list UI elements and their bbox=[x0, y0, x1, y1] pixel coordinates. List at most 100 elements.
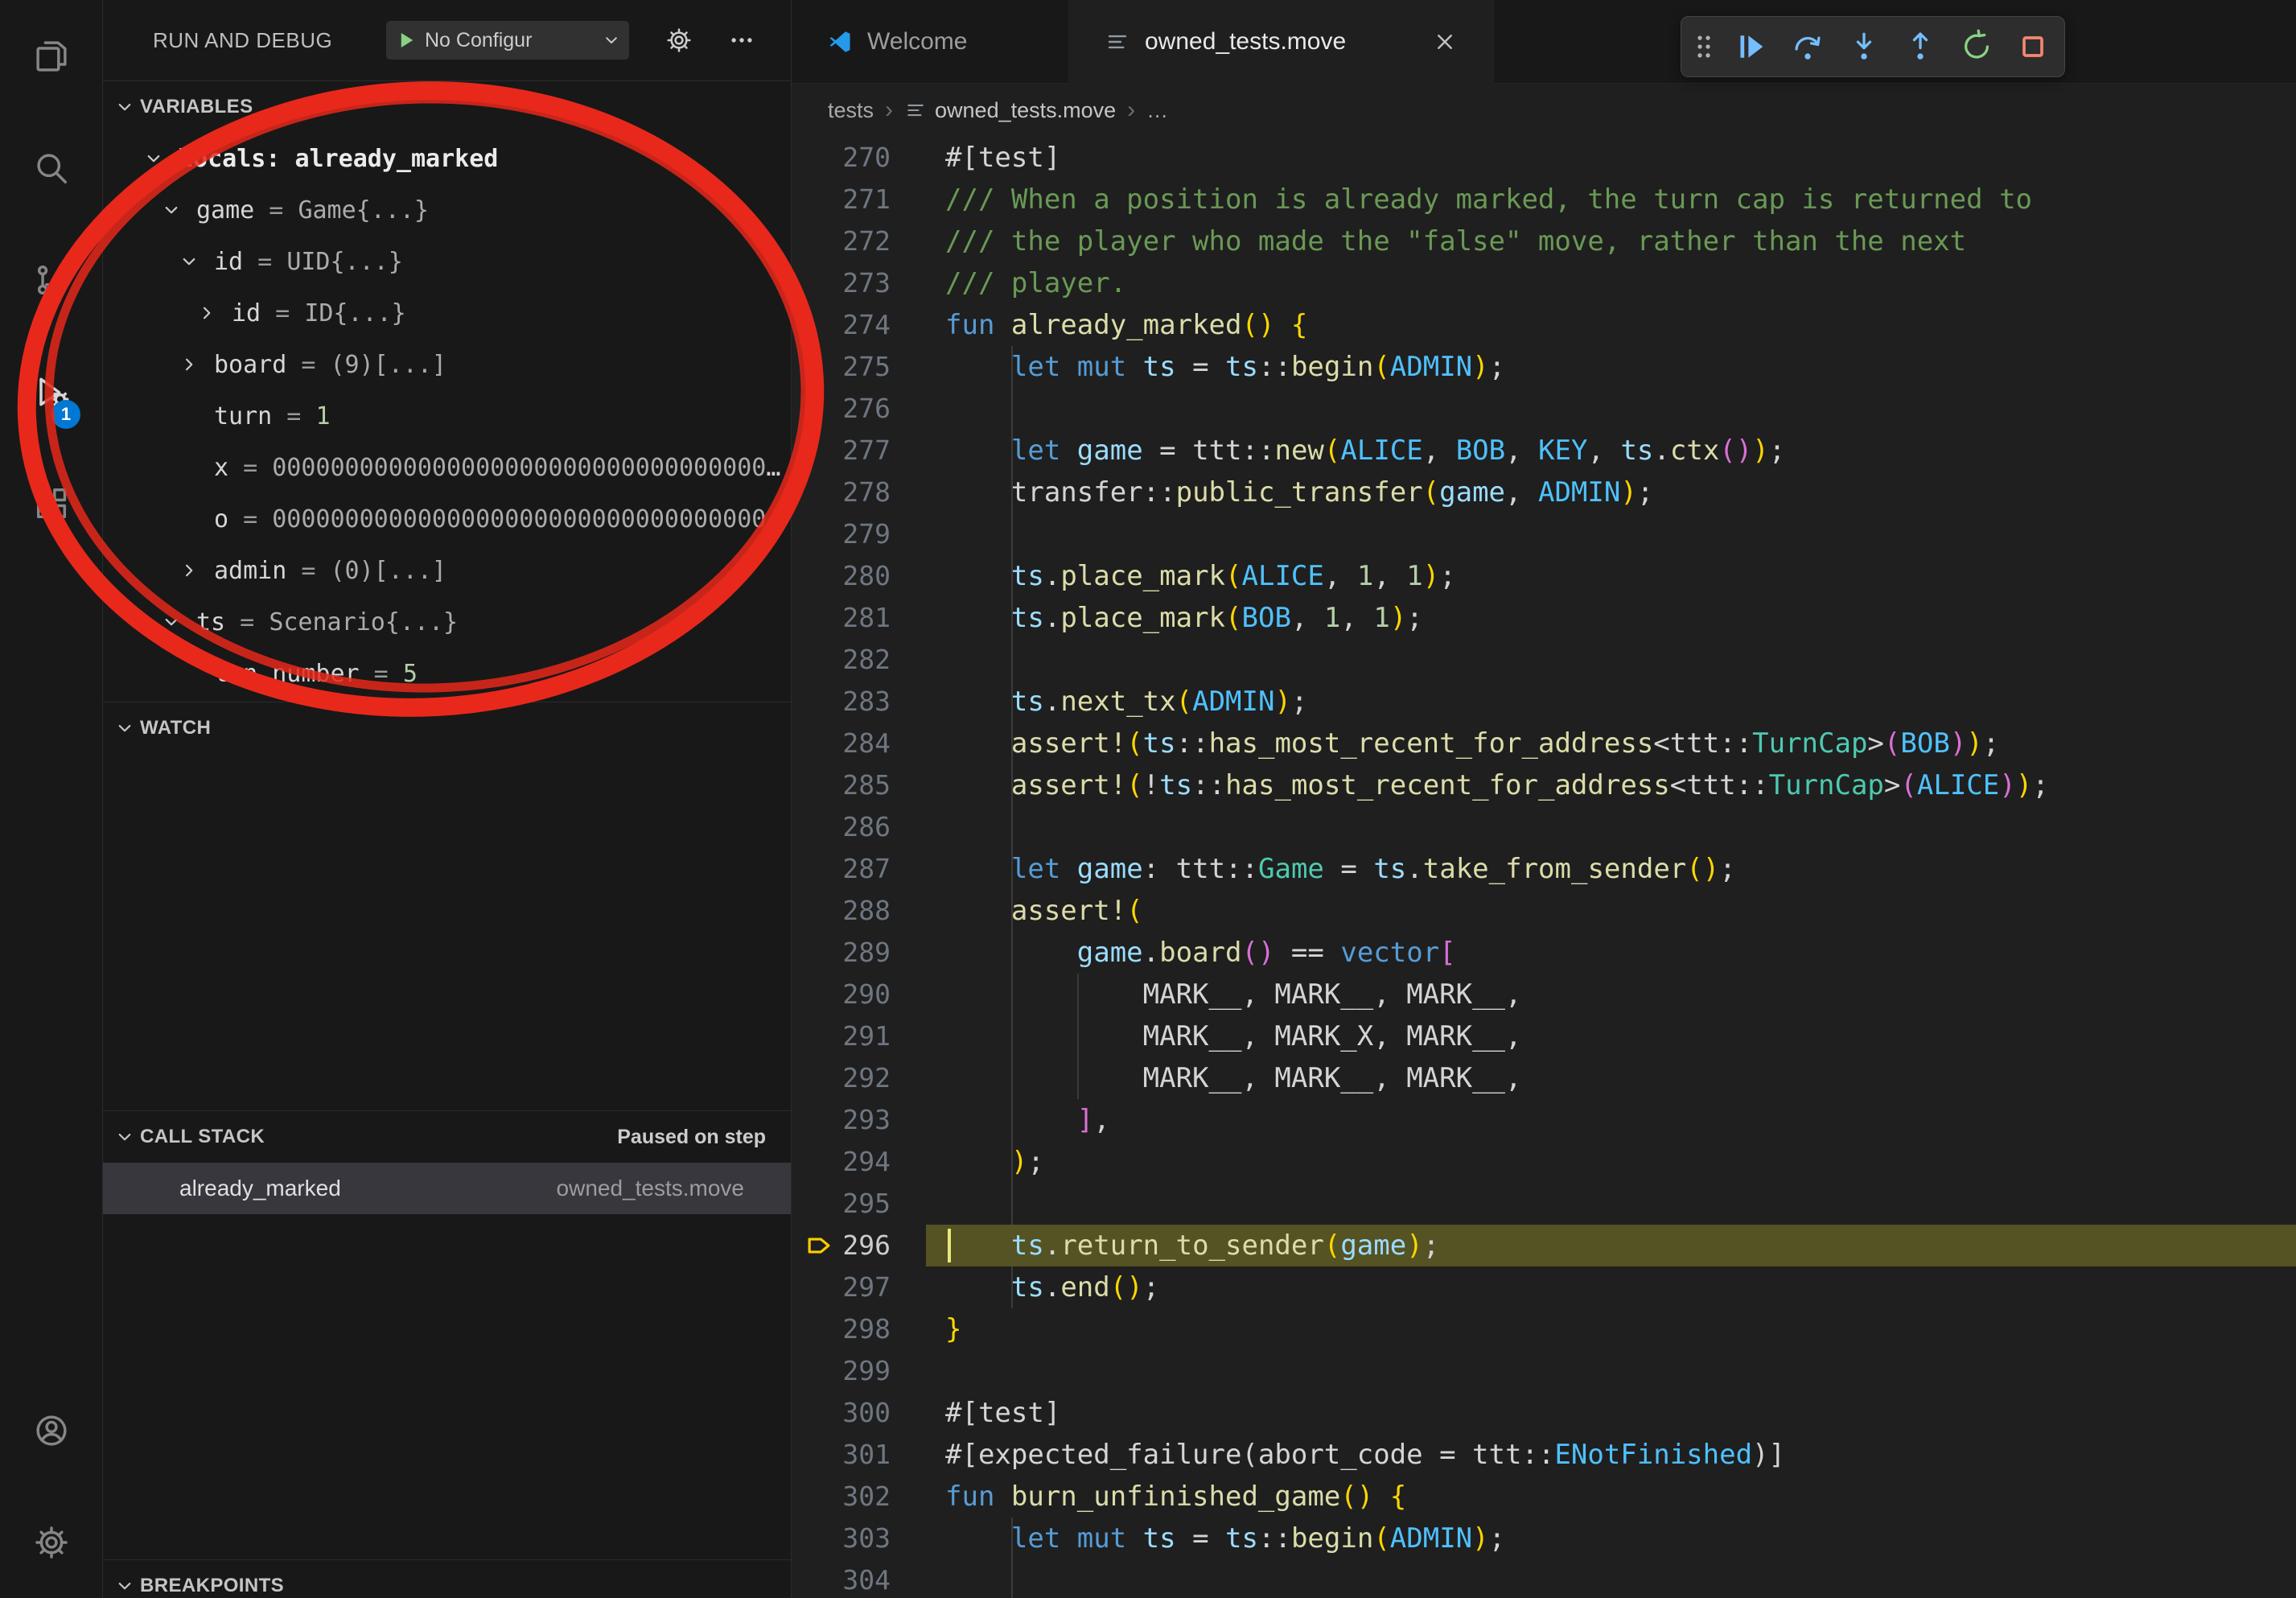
gutter[interactable]: 289 bbox=[792, 932, 926, 974]
gutter[interactable]: 287 bbox=[792, 848, 926, 890]
gutter[interactable]: 276 bbox=[792, 388, 926, 430]
gutter[interactable]: 283 bbox=[792, 681, 926, 723]
code-text[interactable] bbox=[926, 806, 2296, 848]
breadcrumb-item[interactable]: … bbox=[1146, 98, 1168, 123]
code-text[interactable]: ts.place_mark(ALICE, 1, 1); bbox=[926, 555, 2296, 597]
breakpoints-section-header[interactable]: BREAKPOINTS bbox=[103, 1560, 791, 1598]
code-text[interactable] bbox=[926, 639, 2296, 681]
code-text[interactable]: /// the player who made the "false" move… bbox=[926, 220, 2296, 262]
step-into-button[interactable] bbox=[1839, 22, 1889, 72]
variable-row[interactable]: o = 000000000000000000000000000000000000… bbox=[103, 493, 791, 545]
code-text[interactable]: /// player. bbox=[926, 262, 2296, 304]
debug-config-dropdown[interactable]: No Configur bbox=[386, 21, 629, 60]
gutter[interactable]: 286 bbox=[792, 806, 926, 848]
gutter[interactable]: 299 bbox=[792, 1350, 926, 1392]
activity-bar-item-source-control[interactable] bbox=[0, 224, 102, 336]
gutter[interactable]: 285 bbox=[792, 764, 926, 806]
gutter[interactable]: 272 bbox=[792, 220, 926, 262]
code-text[interactable]: MARK__, MARK__, MARK__, bbox=[926, 974, 2296, 1015]
code-text[interactable]: #[test] bbox=[926, 1392, 2296, 1434]
gutter[interactable]: 288 bbox=[792, 890, 926, 932]
variable-row[interactable]: id = ID{...} bbox=[103, 287, 791, 339]
gutter[interactable]: 270 bbox=[792, 137, 926, 179]
close-icon[interactable] bbox=[1432, 29, 1458, 55]
code-text[interactable]: assert!( bbox=[926, 890, 2296, 932]
code-text[interactable] bbox=[926, 1559, 2296, 1598]
code-text[interactable] bbox=[926, 513, 2296, 555]
gear-icon[interactable] bbox=[665, 27, 693, 54]
code-text[interactable]: let mut ts = ts::begin(ADMIN); bbox=[926, 1518, 2296, 1559]
gutter[interactable]: 293 bbox=[792, 1099, 926, 1141]
restart-button[interactable] bbox=[1952, 22, 2002, 72]
code-text[interactable]: MARK__, MARK_X, MARK__, bbox=[926, 1015, 2296, 1057]
variable-row[interactable]: ts = Scenario{...} bbox=[103, 596, 791, 648]
gutter[interactable]: 281 bbox=[792, 597, 926, 639]
variable-row[interactable]: game = Game{...} bbox=[103, 184, 791, 236]
tab-owned_tests-move[interactable]: owned_tests.move bbox=[1069, 0, 1494, 83]
code-text[interactable]: let game = ttt::new(ALICE, BOB, KEY, ts.… bbox=[926, 430, 2296, 472]
code-text[interactable]: ts.end(); bbox=[926, 1266, 2296, 1308]
call-stack-section-header[interactable]: CALL STACK Paused on step bbox=[103, 1111, 791, 1163]
variable-row[interactable]: id = UID{...} bbox=[103, 236, 791, 287]
gutter[interactable]: 301 bbox=[792, 1434, 926, 1476]
gutter[interactable]: 275 bbox=[792, 346, 926, 388]
stop-button[interactable] bbox=[2008, 22, 2058, 72]
code-text[interactable]: } bbox=[926, 1308, 2296, 1350]
activity-bar-item-settings[interactable] bbox=[0, 1486, 102, 1598]
gutter[interactable]: 273 bbox=[792, 262, 926, 304]
tab-welcome[interactable]: Welcome bbox=[792, 0, 1069, 83]
gutter[interactable]: 278 bbox=[792, 472, 926, 513]
step-over-button[interactable] bbox=[1783, 22, 1833, 72]
activity-bar-item-extensions[interactable] bbox=[0, 447, 102, 559]
code-text[interactable] bbox=[926, 1350, 2296, 1392]
gutter[interactable]: 302 bbox=[792, 1476, 926, 1518]
code-text[interactable]: let game: ttt::Game = ts.take_from_sende… bbox=[926, 848, 2296, 890]
code-text[interactable]: #[test] bbox=[926, 137, 2296, 179]
tree-chevron-icon[interactable] bbox=[179, 251, 214, 272]
gutter[interactable]: 297 bbox=[792, 1266, 926, 1308]
tree-chevron-icon[interactable] bbox=[179, 354, 214, 375]
start-debugging-icon[interactable] bbox=[394, 28, 418, 52]
code-text[interactable]: ); bbox=[926, 1141, 2296, 1183]
tree-chevron-icon[interactable] bbox=[179, 560, 214, 581]
activity-bar-item-explorer[interactable] bbox=[0, 0, 102, 112]
tree-chevron-icon[interactable] bbox=[196, 303, 232, 323]
watch-section-header[interactable]: WATCH bbox=[103, 702, 791, 754]
call-stack-frame[interactable]: already_markedowned_tests.move bbox=[103, 1163, 791, 1214]
code-text[interactable]: /// When a position is already marked, t… bbox=[926, 179, 2296, 220]
tree-chevron-icon[interactable] bbox=[161, 200, 196, 220]
code-text[interactable]: transfer::public_transfer(game, ADMIN); bbox=[926, 472, 2296, 513]
code-text[interactable]: game.board() == vector[ bbox=[926, 932, 2296, 974]
code-text[interactable]: fun burn_unfinished_game() { bbox=[926, 1476, 2296, 1518]
code-text[interactable] bbox=[926, 1183, 2296, 1225]
gutter[interactable]: 295 bbox=[792, 1183, 926, 1225]
gutter[interactable]: 304 bbox=[792, 1559, 926, 1598]
variable-row[interactable]: board = (9)[...] bbox=[103, 339, 791, 390]
variable-row[interactable]: turn = 1 bbox=[103, 390, 791, 442]
code-text[interactable]: MARK__, MARK__, MARK__, bbox=[926, 1057, 2296, 1099]
gutter[interactable]: 282 bbox=[792, 639, 926, 681]
code-text[interactable]: assert!(!ts::has_most_recent_for_address… bbox=[926, 764, 2296, 806]
continue-button[interactable] bbox=[1726, 22, 1776, 72]
code-text[interactable]: assert!(ts::has_most_recent_for_address<… bbox=[926, 723, 2296, 764]
code-text[interactable]: fun already_marked() { bbox=[926, 304, 2296, 346]
gutter[interactable]: 292 bbox=[792, 1057, 926, 1099]
activity-bar-item-run-and-debug[interactable]: 1 bbox=[0, 336, 102, 447]
gutter[interactable]: 277 bbox=[792, 430, 926, 472]
tree-chevron-icon[interactable] bbox=[143, 148, 179, 169]
variable-row[interactable]: x = 000000000000000000000000000000000000… bbox=[103, 442, 791, 493]
breadcrumb-item[interactable]: tests bbox=[828, 98, 874, 123]
code-text[interactable]: let mut ts = ts::begin(ADMIN); bbox=[926, 346, 2296, 388]
gutter[interactable]: 271 bbox=[792, 179, 926, 220]
variable-row[interactable]: admin = (0)[...] bbox=[103, 545, 791, 596]
gutter[interactable]: 291 bbox=[792, 1015, 926, 1057]
code-text[interactable]: ts.return_to_sender(game); bbox=[926, 1225, 2296, 1266]
variables-section-header[interactable]: VARIABLES bbox=[103, 81, 791, 133]
variable-row[interactable]: locals: already_marked bbox=[103, 133, 791, 184]
activity-bar-item-account[interactable] bbox=[0, 1374, 102, 1486]
gutter[interactable]: 298 bbox=[792, 1308, 926, 1350]
more-actions-icon[interactable] bbox=[728, 27, 755, 54]
gutter[interactable]: 284 bbox=[792, 723, 926, 764]
code-text[interactable] bbox=[926, 388, 2296, 430]
breadcrumb-item[interactable]: owned_tests.move bbox=[904, 98, 1116, 123]
